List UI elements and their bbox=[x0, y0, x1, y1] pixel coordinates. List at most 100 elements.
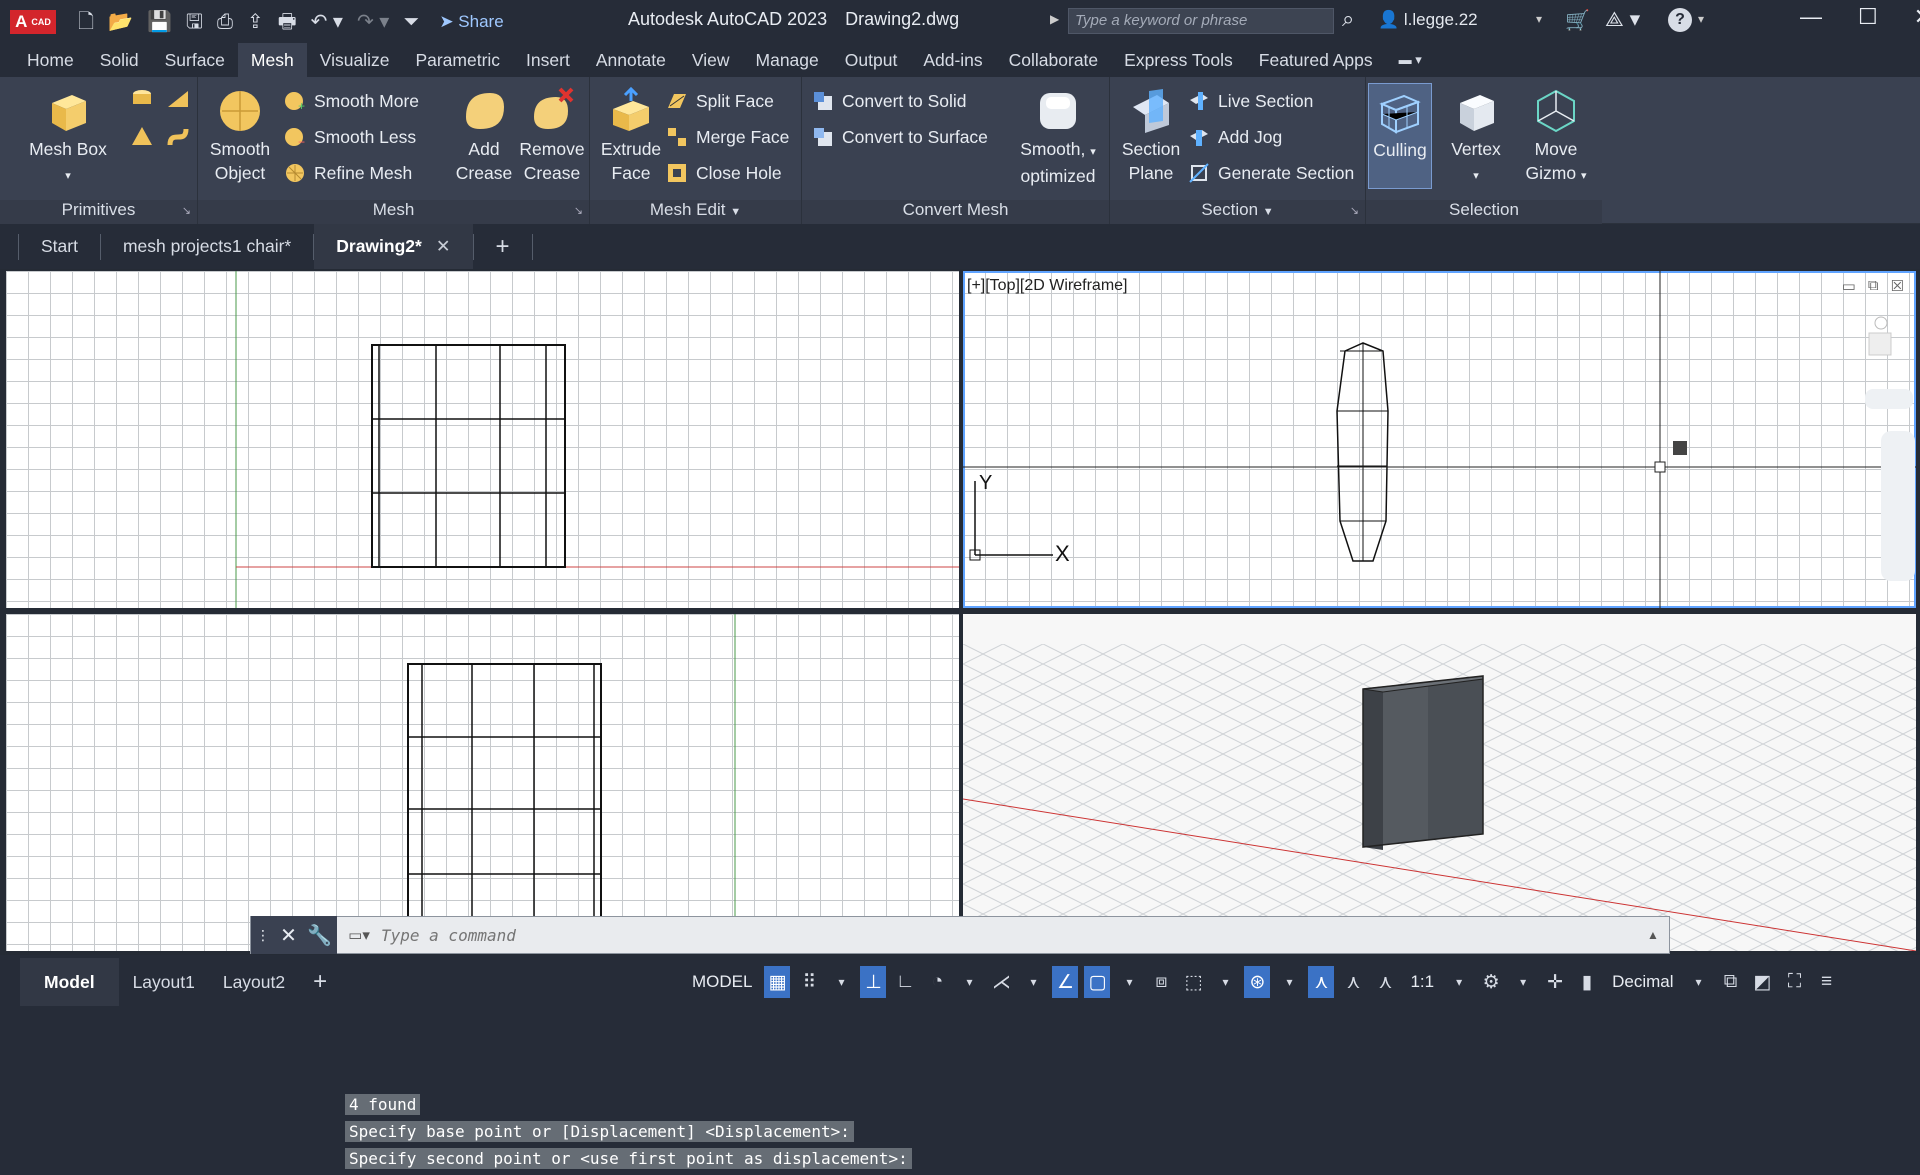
tab-featured-apps[interactable]: Featured Apps bbox=[1246, 43, 1386, 77]
redo-icon[interactable]: ↷ ▾ bbox=[357, 12, 389, 32]
workspace-dropdown-icon[interactable]: ▾ bbox=[1510, 966, 1536, 998]
panel-title-section[interactable]: Section ▼ ↘ bbox=[1110, 200, 1365, 224]
gizmo-dropdown-icon[interactable]: ▾ bbox=[1276, 966, 1302, 998]
clean-screen-icon[interactable]: ⛶ bbox=[1782, 966, 1808, 998]
refine-mesh-button[interactable]: Refine Mesh bbox=[284, 162, 412, 184]
mesh-cylinder-icon[interactable] bbox=[130, 87, 154, 111]
vertex-dropdown[interactable]: Vertex ▾ bbox=[1444, 87, 1508, 188]
application-menu-button[interactable]: A CAD bbox=[0, 0, 66, 43]
new-tab-button[interactable]: + bbox=[474, 224, 532, 269]
doc-tab-drawing2[interactable]: Drawing2* ✕ bbox=[314, 224, 473, 269]
search-icon[interactable]: ⌕ bbox=[1342, 6, 1354, 32]
panel-title-mesh-edit[interactable]: Mesh Edit ▼ bbox=[590, 200, 801, 224]
gizmo-icon[interactable]: ⊛ bbox=[1244, 966, 1271, 998]
workspace-gear-icon[interactable]: ⚙ bbox=[1478, 966, 1504, 998]
user-dropdown-icon[interactable]: ▾ bbox=[1536, 12, 1542, 26]
mesh-box-button[interactable]: Mesh Box ▾ bbox=[20, 87, 116, 188]
grid-icon[interactable]: ▦ bbox=[764, 966, 791, 998]
new-layout-button[interactable]: + bbox=[299, 958, 341, 1006]
close-hole-button[interactable]: Close Hole bbox=[666, 162, 782, 184]
object-snap-tracking-icon[interactable]: ∠ bbox=[1052, 966, 1079, 998]
units-dropdown-icon[interactable]: ▾ bbox=[1686, 966, 1712, 998]
annotation-scale-icon[interactable]: ⋏ bbox=[1372, 966, 1398, 998]
cart-icon[interactable]: 🛒 bbox=[1565, 8, 1590, 33]
user-account[interactable]: 👤 l.legge.22 bbox=[1378, 10, 1478, 30]
search-input[interactable]: Type a keyword or phrase bbox=[1068, 8, 1334, 34]
close-command-icon[interactable]: ✕ bbox=[280, 923, 297, 948]
object-snap-dropdown-icon[interactable]: ▾ bbox=[1116, 966, 1142, 998]
convert-to-solid-button[interactable]: Convert to Solid bbox=[812, 90, 967, 112]
units-icon[interactable]: ▮ bbox=[1574, 966, 1600, 998]
move-gizmo-dropdown[interactable]: Move Gizmo ▾ bbox=[1516, 87, 1596, 188]
convert-to-surface-button[interactable]: Convert to Surface bbox=[812, 126, 988, 148]
mesh-torus-icon[interactable] bbox=[166, 125, 190, 149]
share-button[interactable]: ➤ Share bbox=[439, 13, 503, 30]
add-jog-button[interactable]: Add Jog bbox=[1188, 126, 1282, 148]
split-face-button[interactable]: Split Face bbox=[666, 90, 774, 112]
viewport-left[interactable] bbox=[6, 614, 959, 951]
grip-icon[interactable]: ⋮ bbox=[256, 927, 270, 944]
tab-parametric[interactable]: Parametric bbox=[402, 43, 513, 77]
3d-snap-dropdown-icon[interactable]: ▾ bbox=[1212, 966, 1238, 998]
snap-dropdown-icon[interactable]: ▾ bbox=[828, 966, 854, 998]
scale-dropdown-icon[interactable]: ▾ bbox=[1446, 966, 1472, 998]
mesh-pyramid-icon[interactable] bbox=[130, 125, 154, 149]
tab-home[interactable]: Home bbox=[14, 43, 87, 77]
viewport-front[interactable] bbox=[6, 271, 959, 608]
annotation-visibility-icon[interactable]: ⋏ bbox=[1308, 966, 1335, 998]
model-space-toggle[interactable]: MODEL bbox=[686, 972, 758, 992]
tab-output[interactable]: Output bbox=[832, 43, 911, 77]
print-icon[interactable]: 🖶 bbox=[278, 12, 297, 32]
tab-express-tools[interactable]: Express Tools bbox=[1111, 43, 1246, 77]
close-icon[interactable]: ✕ bbox=[1914, 4, 1920, 30]
isodraft-dropdown-icon[interactable]: ▾ bbox=[1020, 966, 1046, 998]
infer-constraints-icon[interactable]: ⊥ bbox=[860, 966, 887, 998]
graphics-performance-icon[interactable]: ◩ bbox=[1750, 966, 1776, 998]
smooth-object-button[interactable]: Smooth Object bbox=[206, 87, 274, 185]
3d-object-snap-icon[interactable]: ⧈ bbox=[1148, 966, 1174, 998]
tab-mesh[interactable]: Mesh bbox=[237, 43, 307, 77]
tab-collaborate[interactable]: Collaborate bbox=[996, 43, 1112, 77]
help-button[interactable]: ? bbox=[1668, 8, 1692, 32]
panel-title-primitives[interactable]: Primitives ↘ bbox=[0, 200, 197, 224]
drawing-area[interactable]: [+][Top][2D Wireframe] ▭ ⧉ ☒ Y X 4 found… bbox=[0, 269, 1920, 1169]
panel-title-mesh[interactable]: Mesh ↘ bbox=[198, 200, 589, 224]
extrude-face-button[interactable]: Extrude Face bbox=[596, 87, 666, 185]
mesh-wedge-icon[interactable] bbox=[166, 87, 190, 111]
command-prompt-icon[interactable]: ▭▾ bbox=[337, 926, 381, 944]
command-input[interactable] bbox=[381, 920, 1647, 950]
import-icon[interactable]: ⇪ bbox=[247, 12, 264, 32]
add-crease-button[interactable]: Add Crease bbox=[452, 87, 516, 185]
undo-icon[interactable]: ↶ ▾ bbox=[311, 12, 343, 32]
save-as-icon[interactable]: 🖫 bbox=[186, 12, 203, 32]
section-plane-button[interactable]: Section Plane bbox=[1118, 87, 1184, 185]
auto-scale-icon[interactable]: ⋏ bbox=[1340, 966, 1366, 998]
tab-add-ins[interactable]: Add-ins bbox=[910, 43, 995, 77]
layout-tab-layout2[interactable]: Layout2 bbox=[209, 958, 299, 1006]
viewport-top-active[interactable]: [+][Top][2D Wireframe] ▭ ⧉ ☒ Y X bbox=[963, 271, 1916, 608]
command-history-toggle-icon[interactable]: ▲ bbox=[1647, 928, 1669, 942]
tab-view[interactable]: View bbox=[679, 43, 743, 77]
tab-manage[interactable]: Manage bbox=[743, 43, 832, 77]
3d-snap-icon[interactable]: ⬚ bbox=[1180, 966, 1206, 998]
layout-tab-model[interactable]: Model bbox=[20, 958, 119, 1006]
tab-visualize[interactable]: Visualize bbox=[307, 43, 403, 77]
close-tab-icon[interactable]: ✕ bbox=[436, 236, 451, 256]
generate-section-button[interactable]: Generate Section bbox=[1188, 162, 1354, 184]
tab-annotate[interactable]: Annotate bbox=[583, 43, 679, 77]
isodraft-icon[interactable]: ⋌ bbox=[988, 966, 1014, 998]
customize-wrench-icon[interactable]: 🔧 bbox=[307, 923, 332, 948]
tab-solid[interactable]: Solid bbox=[87, 43, 152, 77]
smooth-more-button[interactable]: + Smooth More bbox=[284, 90, 419, 112]
panel-title-convert-mesh[interactable]: Convert Mesh bbox=[802, 200, 1109, 224]
new-file-icon[interactable]: 🗋 bbox=[78, 12, 94, 32]
smooth-optimized-button[interactable]: Smooth, ▾ optimized bbox=[1012, 87, 1104, 188]
search-expand-icon[interactable]: ▶ bbox=[1050, 12, 1059, 26]
tab-insert[interactable]: Insert bbox=[513, 43, 583, 77]
open-folder-icon[interactable]: 📂 bbox=[108, 12, 133, 32]
merge-face-button[interactable]: Merge Face bbox=[666, 126, 789, 148]
live-section-button[interactable]: Live Section bbox=[1188, 90, 1313, 112]
annotation-scale-value[interactable]: 1:1 bbox=[1404, 972, 1440, 992]
publish-icon[interactable]: ⎙ bbox=[217, 12, 233, 32]
units-value[interactable]: Decimal bbox=[1606, 972, 1679, 992]
